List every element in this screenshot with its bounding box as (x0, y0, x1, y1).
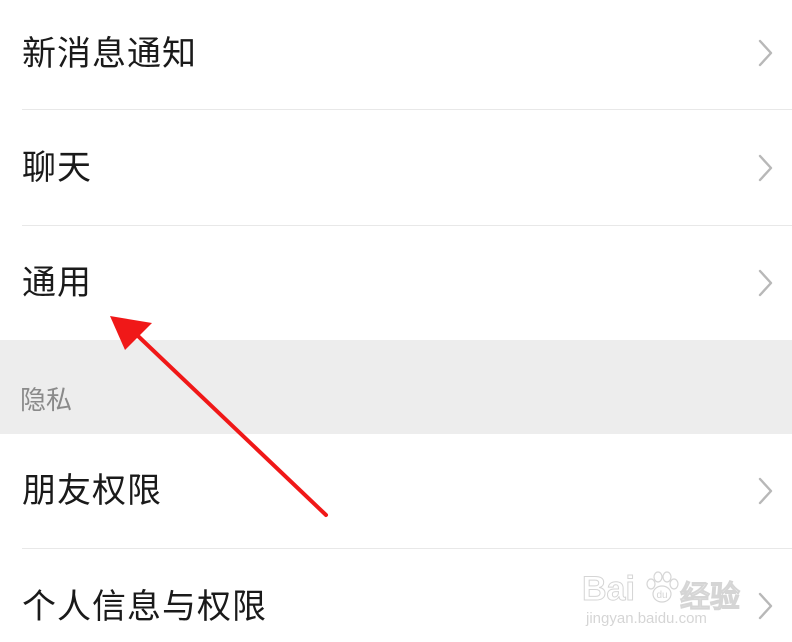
settings-item-personal-info-permissions[interactable]: 个人信息与权限 (0, 549, 792, 642)
settings-item-new-message-notification[interactable]: 新消息通知 (0, 0, 792, 109)
settings-item-label: 新消息通知 (22, 34, 197, 74)
section-header-privacy: 隐私 (0, 340, 792, 434)
chevron-right-icon (758, 154, 773, 182)
settings-item-label: 朋友权限 (22, 471, 162, 511)
settings-item-general[interactable]: 通用 (0, 226, 792, 340)
chevron-right-icon (758, 39, 773, 67)
settings-item-label: 个人信息与权限 (22, 587, 267, 627)
section-title: 隐私 (20, 386, 73, 416)
chevron-right-icon (758, 592, 773, 620)
chevron-right-icon (758, 269, 773, 297)
settings-item-chat[interactable]: 聊天 (0, 110, 792, 225)
settings-item-label: 通用 (22, 263, 92, 303)
settings-screen: 新消息通知 聊天 通用 隐私 朋友权限 个人信息与权限 Bai du 经验 ji… (0, 0, 792, 642)
settings-item-label: 聊天 (22, 148, 92, 188)
settings-item-friend-permissions[interactable]: 朋友权限 (0, 434, 792, 548)
chevron-right-icon (758, 477, 773, 505)
